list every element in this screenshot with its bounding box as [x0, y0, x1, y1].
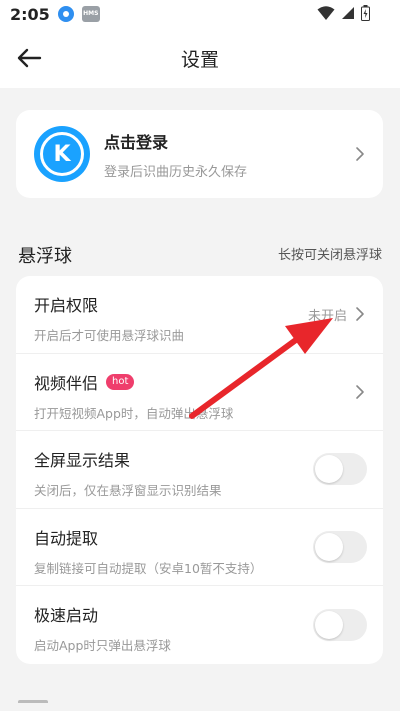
- row-subtitle: 开启后才可使用悬浮球识曲: [34, 328, 185, 343]
- setting-row-auto-extract: 自动提取 复制链接可自动提取（安卓10暂不支持）: [16, 509, 383, 587]
- toggle-knob: [315, 455, 343, 484]
- chevron-right-icon: [356, 307, 364, 322]
- fullscreen-result-toggle[interactable]: [313, 453, 367, 486]
- battery-icon: [361, 5, 370, 21]
- login-card[interactable]: K 点击登录 登录后识曲历史永久保存: [16, 110, 383, 198]
- row-title: 视频伴侣: [34, 373, 99, 393]
- section-hint: 长按可关闭悬浮球: [277, 248, 382, 263]
- status-icons: [317, 5, 370, 21]
- app-header: 设置: [0, 28, 400, 88]
- signal-icon: [342, 7, 354, 19]
- row-subtitle: 启动App时只弹出悬浮球: [34, 638, 171, 654]
- kugou-logo-icon: K: [40, 132, 84, 176]
- section-title: 悬浮球: [18, 246, 72, 267]
- status-bar: 2:05 HMS: [0, 0, 400, 28]
- settings-card: 开启权限 开启后才可使用悬浮球识曲 未开启 视频伴侣 hot 打开短视频App时…: [16, 276, 383, 664]
- back-button[interactable]: [14, 43, 44, 73]
- page-title: 设置: [180, 48, 219, 71]
- setting-row-fast-launch: 极速启动 启动App时只弹出悬浮球: [16, 586, 383, 664]
- setting-row-permission[interactable]: 开启权限 开启后才可使用悬浮球识曲 未开启: [16, 276, 383, 354]
- permission-status: 未开启: [307, 308, 347, 324]
- avatar: K: [34, 126, 90, 182]
- chevron-right-icon: [356, 385, 364, 399]
- row-subtitle: 关闭后，仅在悬浮窗显示识别结果: [34, 483, 222, 499]
- hms-icon: HMS: [81, 6, 100, 22]
- row-title-wrap: 视频伴侣 hot: [34, 370, 365, 394]
- row-right: 未开启: [308, 304, 365, 324]
- wifi-icon: [317, 6, 335, 20]
- fast-launch-toggle[interactable]: [313, 609, 367, 642]
- setting-row-video-companion[interactable]: 视频伴侣 hot 打开短视频App时，自动弹出悬浮球: [16, 354, 383, 432]
- chevron-right-icon: [356, 147, 364, 161]
- auto-extract-toggle[interactable]: [313, 531, 367, 564]
- login-text: 点击登录 登录后识曲历史永久保存: [104, 129, 247, 180]
- row-right: [355, 382, 365, 402]
- toggle-knob: [315, 611, 343, 640]
- arrow-left-icon: [17, 48, 42, 68]
- next-section-edge: [18, 700, 48, 711]
- compass-icon: [57, 6, 74, 22]
- hot-badge: hot: [106, 373, 135, 390]
- row-subtitle: 打开短视频App时，自动弹出悬浮球: [34, 405, 234, 421]
- row-subtitle: 复制链接可自动提取（安卓10暂不支持）: [34, 560, 263, 576]
- setting-row-fullscreen-result: 全屏显示结果 关闭后，仅在悬浮窗显示识别结果: [16, 431, 383, 509]
- login-title: 点击登录: [104, 132, 169, 152]
- status-time: 2:05: [10, 4, 50, 24]
- toggle-knob: [315, 533, 343, 562]
- login-subtitle: 登录后识曲历史永久保存: [104, 164, 248, 180]
